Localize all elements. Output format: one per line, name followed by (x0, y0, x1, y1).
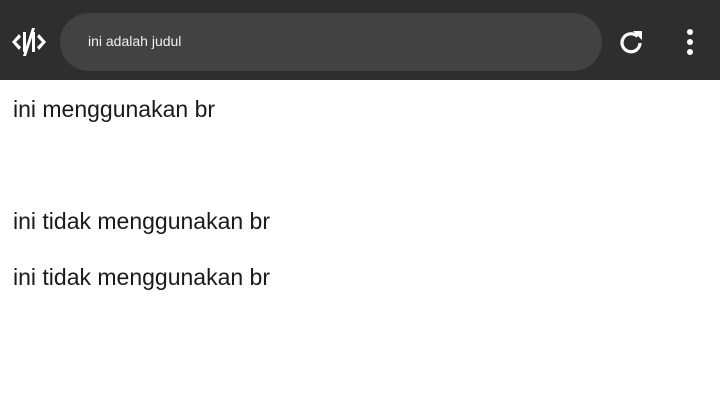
text-line: ini menggunakan br (13, 96, 216, 122)
address-bar[interactable]: ini adalah judul (60, 13, 602, 71)
reload-icon (620, 31, 642, 54)
text-line: ini tidak menggunakan br (13, 264, 270, 290)
reload-button[interactable] (616, 28, 646, 58)
more-vertical-icon (687, 29, 693, 55)
more-menu-button[interactable] (678, 28, 702, 58)
code-slash-logo-icon[interactable] (10, 26, 48, 58)
text-line: ini tidak menggunakan br (13, 208, 270, 234)
browser-toolbar: ini adalah judul (0, 0, 720, 80)
address-bar-title: ini adalah judul (88, 33, 182, 49)
page-content: ini menggunakan br ini tidak menggunakan… (0, 80, 720, 405)
